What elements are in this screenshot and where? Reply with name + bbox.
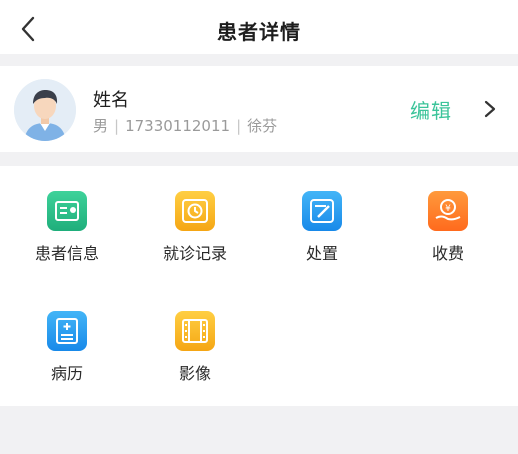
user-avatar-icon (14, 79, 76, 141)
avatar (14, 79, 76, 141)
menu-item-label: 影像 (178, 364, 211, 383)
visit-record-icon (175, 191, 215, 231)
patient-name: 姓名 (93, 90, 129, 111)
charge-icon: ¥ (428, 191, 468, 231)
menu-item-imaging[interactable]: 影像 (145, 311, 245, 384)
svg-text:¥: ¥ (445, 204, 451, 214)
treatment-icon (302, 191, 342, 231)
menu-item-patient-info[interactable]: 患者信息 (17, 191, 117, 264)
divider: | (114, 117, 120, 135)
divider: | (236, 117, 242, 135)
imaging-icon (175, 311, 215, 351)
patient-profile-card: 姓名 男 | 17330112011 | 徐芬 编辑 (0, 66, 518, 152)
chevron-right-icon[interactable] (483, 99, 497, 119)
menu-item-label: 患者信息 (34, 244, 99, 263)
menu-item-treatment[interactable]: 处置 (272, 191, 372, 264)
menu-item-label: 病历 (50, 364, 83, 383)
function-grid: 患者信息 就诊记录 处置 ¥ 收费 病历 影像 (0, 166, 518, 406)
menu-item-charge[interactable]: ¥ 收费 (398, 191, 498, 264)
patient-phone: 17330112011 (125, 117, 231, 135)
patient-info-icon (47, 191, 87, 231)
medical-record-icon (47, 311, 87, 351)
patient-meta: 男 | 17330112011 | 徐芬 (93, 115, 277, 136)
menu-item-label: 收费 (431, 244, 464, 263)
menu-item-medical-record[interactable]: 病历 (17, 311, 117, 384)
edit-button[interactable]: 编辑 (410, 95, 452, 124)
patient-gender: 男 (93, 117, 109, 135)
nav-bar: 患者详情 (0, 0, 518, 54)
patient-doctor: 徐芬 (247, 117, 278, 135)
menu-item-visit-record[interactable]: 就诊记录 (145, 191, 245, 264)
menu-item-label: 就诊记录 (162, 244, 227, 263)
menu-item-label: 处置 (305, 244, 338, 263)
page-title: 患者详情 (217, 20, 301, 44)
